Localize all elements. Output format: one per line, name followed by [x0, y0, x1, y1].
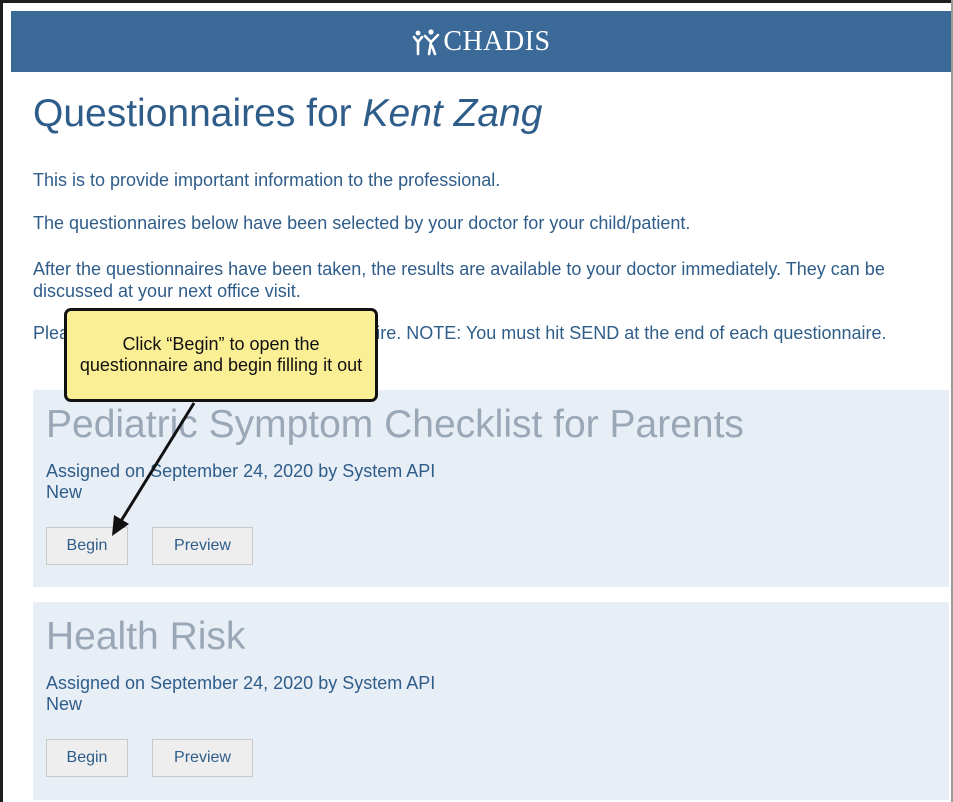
- assigned-text: Assigned on September 24, 2020 by System…: [46, 461, 436, 481]
- questionnaire-card: Pediatric Symptom Checklist for Parents …: [33, 390, 949, 587]
- chadis-figures-icon: [413, 28, 440, 55]
- app-header: CHADIS: [11, 11, 951, 72]
- intro-paragraph: This is to provide important information…: [33, 170, 501, 190]
- logo-text: CHADIS: [443, 25, 551, 57]
- begin-button[interactable]: Begin: [46, 739, 128, 777]
- questionnaire-title: Health Risk: [46, 615, 246, 658]
- tutorial-callout: Click “Begin” to open the questionnaire …: [64, 308, 378, 402]
- patient-name: Kent Zang: [362, 92, 543, 135]
- questionnaire-title: Pediatric Symptom Checklist for Parents: [46, 403, 744, 446]
- questionnaire-meta: Assigned on September 24, 2020 by System…: [46, 461, 435, 503]
- chadis-logo[interactable]: CHADIS: [411, 26, 550, 58]
- page: CHADIS Questionnaires for Kent Zang This…: [0, 0, 953, 802]
- questionnaire-meta: Assigned on September 24, 2020 by System…: [46, 673, 435, 715]
- results-paragraph: After the questionnaires have been taken…: [33, 259, 885, 301]
- questionnaire-card: Health Risk Assigned on September 24, 20…: [33, 602, 949, 800]
- status-text: New: [46, 694, 83, 714]
- title-prefix: Questionnaires for: [33, 92, 363, 135]
- page-title: Questionnaires for Kent Zang: [33, 92, 542, 136]
- window-frame-top: [0, 0, 953, 3]
- preview-button[interactable]: Preview: [152, 527, 253, 565]
- assigned-text: Assigned on September 24, 2020 by System…: [46, 673, 436, 693]
- callout-text: Click “Begin” to open the questionnaire …: [79, 334, 363, 375]
- begin-button[interactable]: Begin: [46, 527, 128, 565]
- preview-button[interactable]: Preview: [152, 739, 253, 777]
- status-text: New: [46, 482, 83, 502]
- window-frame-left: [0, 0, 3, 802]
- selected-paragraph: The questionnaires below have been selec…: [33, 213, 691, 233]
